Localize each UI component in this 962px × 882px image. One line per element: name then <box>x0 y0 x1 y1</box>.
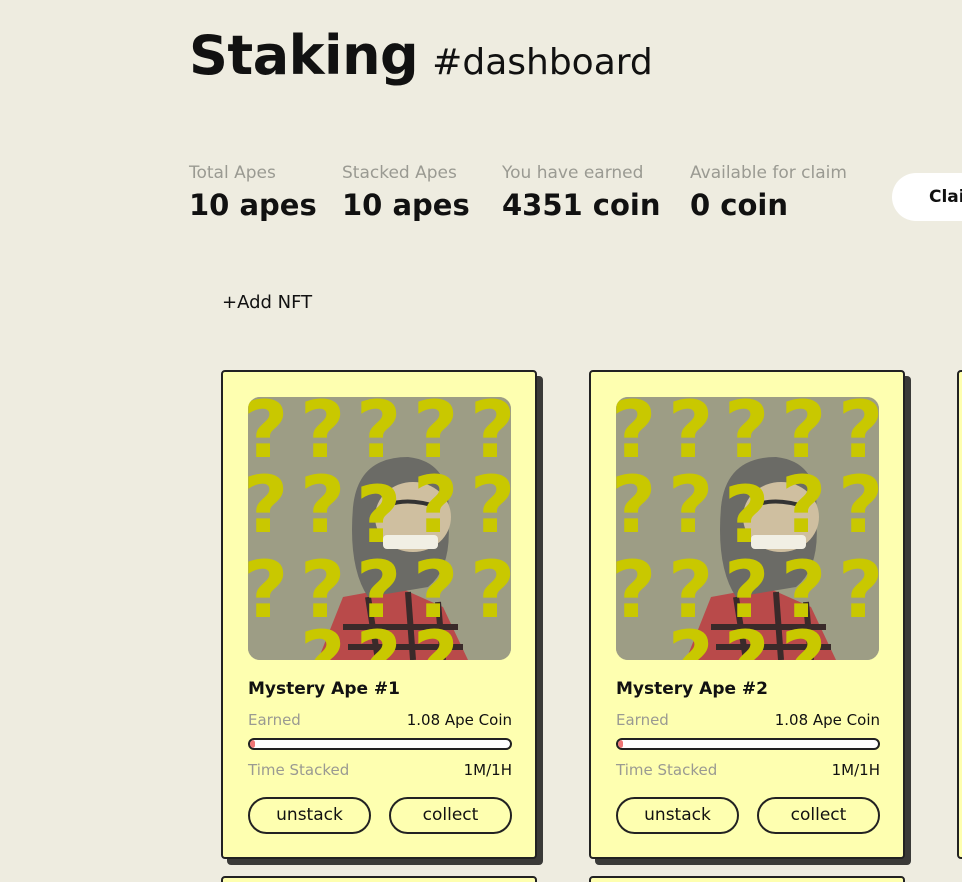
svg-text:?: ? <box>668 461 713 551</box>
stat-label: Available for claim <box>690 163 847 183</box>
stat-label: Total Apes <box>189 163 276 183</box>
svg-text:?: ? <box>724 397 769 476</box>
add-nft-button[interactable]: +Add NFT <box>222 292 312 313</box>
time-stacked-label: Time Stacked <box>616 761 718 779</box>
nft-name: Mystery Ape #2 <box>616 679 769 699</box>
svg-text:?: ? <box>616 461 656 551</box>
mystery-ape-image: ????? ????? ????? ??? <box>248 397 511 660</box>
unstack-button[interactable]: unstack <box>248 797 371 834</box>
stat-value: 4351 coin <box>502 188 661 222</box>
question-mark-pattern: ????? ????? ????? ??? <box>616 397 879 660</box>
claim-button[interactable]: Clai <box>892 173 962 221</box>
nft-card-partial <box>957 370 962 859</box>
earning-progress-bar <box>616 738 880 750</box>
nft-card: ????? ????? ????? ??? Mystery Ape #1 Ear… <box>221 370 537 859</box>
progress-fill <box>250 740 256 748</box>
earning-progress-bar <box>248 738 512 750</box>
stat-available-claim: Available for claim 0 coin <box>690 162 847 224</box>
nft-name: Mystery Ape #1 <box>248 679 401 699</box>
earned-row: Earned 1.08 Ape Coin <box>616 711 880 729</box>
time-stacked-row: Time Stacked 1M/1H <box>616 761 880 779</box>
stat-value: 0 coin <box>690 188 788 222</box>
stat-value: 10 apes <box>342 188 470 222</box>
svg-text:?: ? <box>724 616 769 660</box>
staking-dashboard: Staking #dashboard Total Apes 10 apes Sta… <box>0 0 962 882</box>
svg-text:?: ? <box>668 616 713 660</box>
nft-card: ????? ????? ????? ??? Mystery Ape #2 Ear… <box>589 370 905 859</box>
question-mark-pattern: ????? ????? ????? ??? <box>248 397 511 660</box>
time-stacked-label: Time Stacked <box>248 761 350 779</box>
collect-button[interactable]: collect <box>757 797 880 834</box>
time-stacked-value: 1M/1H <box>831 761 880 779</box>
svg-text:?: ? <box>470 461 511 551</box>
svg-text:?: ? <box>248 546 288 636</box>
stat-label: Stacked Apes <box>342 163 457 183</box>
nft-card-partial <box>221 876 537 882</box>
page-title-main: Staking <box>189 24 419 87</box>
page-title: Staking #dashboard <box>189 24 653 87</box>
earned-value: 1.08 Ape Coin <box>406 711 512 729</box>
mystery-ape-image: ????? ????? ????? ??? <box>616 397 879 660</box>
svg-text:?: ? <box>838 461 879 551</box>
collect-button[interactable]: collect <box>389 797 512 834</box>
svg-text:?: ? <box>356 397 401 476</box>
stat-earned: You have earned 4351 coin <box>502 162 661 224</box>
earned-value: 1.08 Ape Coin <box>774 711 880 729</box>
svg-text:?: ? <box>470 546 511 636</box>
progress-fill <box>618 740 624 748</box>
earned-row: Earned 1.08 Ape Coin <box>248 711 512 729</box>
svg-text:?: ? <box>356 616 401 660</box>
unstack-button[interactable]: unstack <box>616 797 739 834</box>
earned-label: Earned <box>248 711 301 729</box>
svg-text:?: ? <box>300 616 345 660</box>
stat-value: 10 apes <box>189 188 317 222</box>
svg-text:?: ? <box>838 546 879 636</box>
time-stacked-row: Time Stacked 1M/1H <box>248 761 512 779</box>
earned-label: Earned <box>616 711 669 729</box>
stat-stacked-apes: Stacked Apes 10 apes <box>342 162 470 224</box>
svg-text:?: ? <box>248 461 288 551</box>
svg-text:?: ? <box>413 461 458 551</box>
svg-text:?: ? <box>616 546 656 636</box>
time-stacked-value: 1M/1H <box>463 761 512 779</box>
svg-text:?: ? <box>413 616 458 660</box>
stat-label: You have earned <box>502 163 644 183</box>
svg-text:?: ? <box>781 616 826 660</box>
svg-text:?: ? <box>300 461 345 551</box>
nft-card-partial <box>589 876 905 882</box>
svg-text:?: ? <box>781 461 826 551</box>
stat-total-apes: Total Apes 10 apes <box>189 162 317 224</box>
page-title-tag: #dashboard <box>432 42 653 83</box>
